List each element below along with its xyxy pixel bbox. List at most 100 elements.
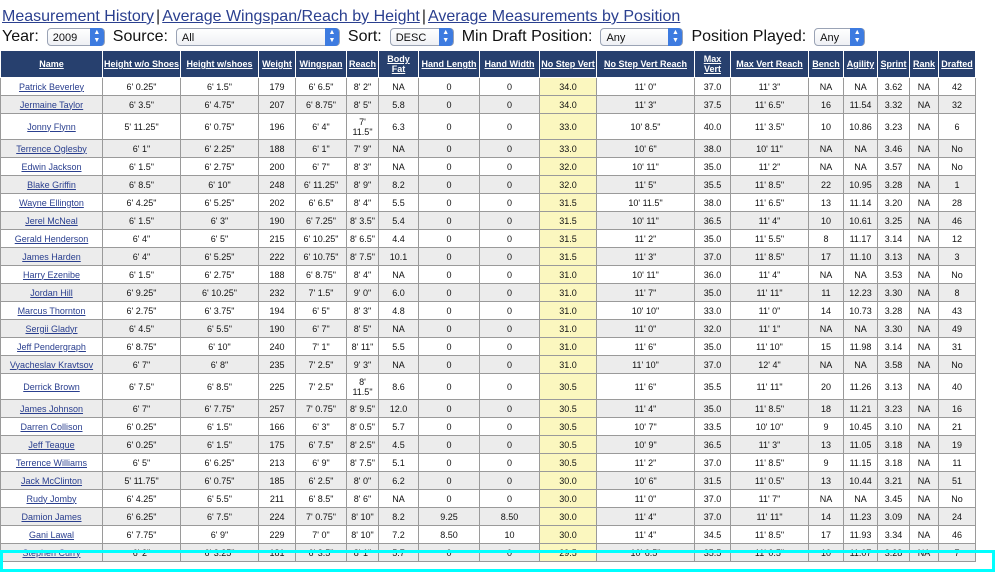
min-draft-select[interactable]: Any ▲ ▼ <box>600 28 684 46</box>
player-name-cell[interactable]: Jordan Hill <box>0 283 103 302</box>
player-link[interactable]: Harry Ezenibe <box>23 270 80 280</box>
player-name-cell[interactable]: Patrick Beverley <box>0 77 103 96</box>
player-name-cell[interactable]: Jermaine Taylor <box>0 95 103 114</box>
column-header[interactable]: Height w/o Shoes <box>102 50 181 78</box>
column-header[interactable]: No Step Vert Reach <box>596 50 695 78</box>
player-link[interactable]: Jonny Flynn <box>27 122 76 132</box>
table-cell: 0 <box>418 355 480 374</box>
table-cell: 31.0 <box>539 337 597 356</box>
source-select[interactable]: All ▲ ▼ <box>175 28 340 46</box>
table-cell: 0 <box>418 435 480 454</box>
player-link[interactable]: Jeff Teague <box>28 440 74 450</box>
column-header[interactable]: No Step Vert <box>539 50 597 78</box>
player-name-cell[interactable]: Jerel McNeal <box>0 211 103 230</box>
player-name-cell[interactable]: Jeff Pendergraph <box>0 337 103 356</box>
player-name-cell[interactable]: Jonny Flynn <box>0 113 103 140</box>
table-cell: NA <box>808 139 844 158</box>
table-cell: 11' 3" <box>730 77 809 96</box>
player-name-cell[interactable]: James Johnson <box>0 399 103 418</box>
player-name-cell[interactable]: Darren Collison <box>0 417 103 436</box>
table-cell: NA <box>909 301 939 320</box>
player-name-cell[interactable]: Stephen Curry <box>0 543 103 562</box>
column-header[interactable]: Agility <box>843 50 878 78</box>
player-link[interactable]: Sergii Gladyr <box>25 324 77 334</box>
table-cell: 30.5 <box>539 399 597 418</box>
column-header[interactable]: Body Fat <box>378 50 419 78</box>
column-header[interactable]: Name <box>0 50 103 78</box>
table-cell: 35.5 <box>694 543 731 562</box>
player-link[interactable]: James Johnson <box>20 404 83 414</box>
player-link[interactable]: Vyacheslav Kravtsov <box>10 360 93 370</box>
player-link[interactable]: Terrence Oglesby <box>16 144 87 154</box>
player-name-cell[interactable]: Vyacheslav Kravtsov <box>0 355 103 374</box>
player-link[interactable]: Marcus Thornton <box>18 306 86 316</box>
table-cell: 6' 3.5" <box>295 543 347 562</box>
player-link[interactable]: James Harden <box>22 252 81 262</box>
player-name-cell[interactable]: Wayne Ellington <box>0 193 103 212</box>
avg-by-position-link[interactable]: Average Measurements by Position <box>428 8 680 25</box>
table-cell: 6' 5.5" <box>180 489 259 508</box>
player-name-cell[interactable]: Edwin Jackson <box>0 157 103 176</box>
table-cell: No <box>938 355 976 374</box>
player-link[interactable]: Derrick Brown <box>23 382 80 392</box>
year-select[interactable]: 2009 ▲ ▼ <box>46 28 105 46</box>
player-link[interactable]: Blake Griffin <box>27 180 76 190</box>
player-link[interactable]: Jeff Pendergraph <box>17 342 86 352</box>
column-header[interactable]: Max Vert <box>694 50 731 78</box>
player-link[interactable]: Jermaine Taylor <box>20 100 83 110</box>
player-name-cell[interactable]: Terrence Williams <box>0 453 103 472</box>
player-link[interactable]: Jordan Hill <box>30 288 73 298</box>
position-played-select[interactable]: Any ▲ ▼ <box>814 28 866 46</box>
table-cell: 7' 1.5" <box>295 283 347 302</box>
player-link[interactable]: Patrick Beverley <box>19 82 84 92</box>
player-name-cell[interactable]: Derrick Brown <box>0 373 103 400</box>
table-cell: 33.0 <box>539 139 597 158</box>
player-link[interactable]: Jerel McNeal <box>25 216 78 226</box>
player-name-cell[interactable]: Marcus Thornton <box>0 301 103 320</box>
player-link[interactable]: Damion James <box>21 512 81 522</box>
player-name-cell[interactable]: Gani Lawal <box>0 525 103 544</box>
table-cell: 5.7 <box>378 543 419 562</box>
player-link[interactable]: Edwin Jackson <box>21 162 81 172</box>
player-link[interactable]: Gani Lawal <box>29 530 74 540</box>
table-cell: 11' 2" <box>596 229 695 248</box>
player-link[interactable]: Wayne Ellington <box>19 198 84 208</box>
player-name-cell[interactable]: James Harden <box>0 247 103 266</box>
column-header[interactable]: Wingspan <box>295 50 347 78</box>
table-cell: 6' 3.5" <box>102 95 181 114</box>
column-header[interactable]: Weight <box>258 50 296 78</box>
column-header[interactable]: Drafted <box>938 50 976 78</box>
table-cell: 3.58 <box>877 355 910 374</box>
column-header[interactable]: Hand Length <box>418 50 480 78</box>
column-header[interactable]: Rank <box>909 50 939 78</box>
player-name-cell[interactable]: Terrence Oglesby <box>0 139 103 158</box>
column-header[interactable]: Bench <box>808 50 844 78</box>
player-name-cell[interactable]: Harry Ezenibe <box>0 265 103 284</box>
avg-wingspan-link[interactable]: Average Wingspan/Reach by Height <box>162 8 420 25</box>
player-name-cell[interactable]: Damion James <box>0 507 103 526</box>
player-link[interactable]: Gerald Henderson <box>15 234 89 244</box>
player-name-cell[interactable]: Gerald Henderson <box>0 229 103 248</box>
player-link[interactable]: Stephen Curry <box>22 548 80 558</box>
player-link[interactable]: Darren Collison <box>20 422 82 432</box>
sort-select[interactable]: DESC ▲ ▼ <box>389 28 454 46</box>
player-name-cell[interactable]: Blake Griffin <box>0 175 103 194</box>
column-header[interactable]: Hand Width <box>479 50 540 78</box>
column-header[interactable]: Reach <box>346 50 379 78</box>
table-cell: 200 <box>258 157 296 176</box>
column-header[interactable]: Sprint <box>877 50 910 78</box>
player-link[interactable]: Jack McClinton <box>21 476 82 486</box>
table-cell: 240 <box>258 337 296 356</box>
player-link[interactable]: Terrence Williams <box>16 458 87 468</box>
player-name-cell[interactable]: Sergii Gladyr <box>0 319 103 338</box>
column-header[interactable]: Height w/shoes <box>180 50 259 78</box>
player-link[interactable]: Rudy Jomby <box>26 494 76 504</box>
player-name-cell[interactable]: Jack McClinton <box>0 471 103 490</box>
player-name-cell[interactable]: Jeff Teague <box>0 435 103 454</box>
table-cell: 12 <box>938 229 976 248</box>
table-cell: 35.0 <box>694 157 731 176</box>
player-name-cell[interactable]: Rudy Jomby <box>0 489 103 508</box>
column-header[interactable]: Max Vert Reach <box>730 50 809 78</box>
measurement-history-link[interactable]: Measurement History <box>2 8 154 25</box>
table-cell: 31.5 <box>539 247 597 266</box>
